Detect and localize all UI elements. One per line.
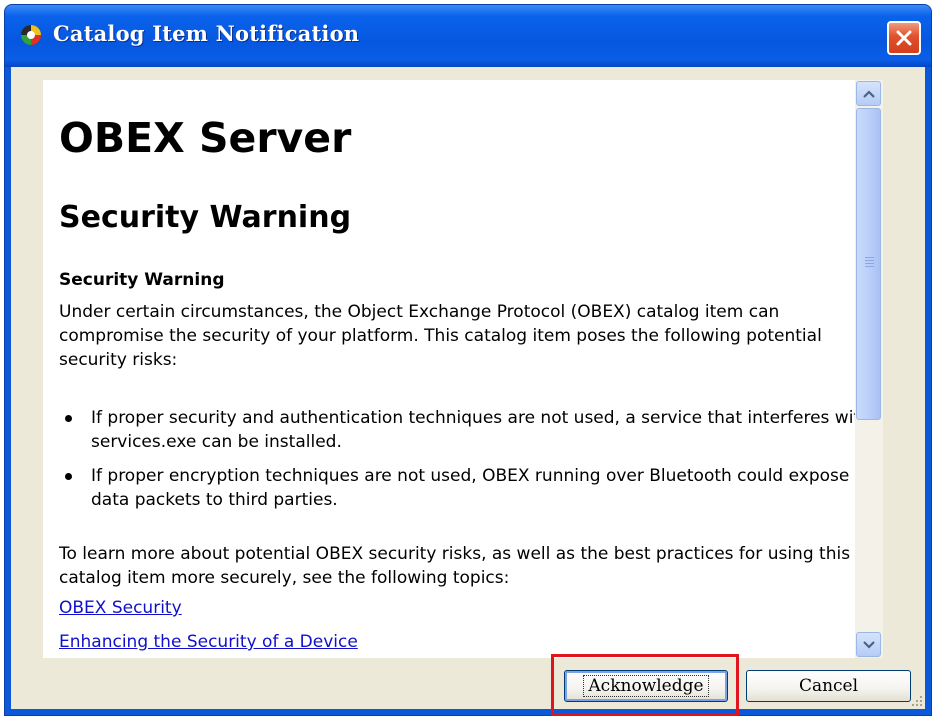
risk-list: If proper security and authentication te…	[59, 406, 871, 522]
scroll-thumb[interactable]	[856, 108, 881, 420]
scroll-up-button[interactable]	[856, 81, 881, 106]
obex-security-link[interactable]: OBEX Security	[59, 598, 182, 618]
subsection-heading: Security Warning	[59, 270, 225, 290]
title-bar[interactable]: Catalog Item Notification	[5, 5, 931, 67]
grip-line	[865, 266, 874, 267]
intro-paragraph: Under certain circumstances, the Object …	[59, 302, 822, 370]
section-heading: Security Warning	[59, 200, 352, 235]
enhancing-device-security-link[interactable]: Enhancing the Security of a Device	[59, 632, 358, 652]
page-title: OBEX Server	[59, 114, 352, 162]
vertical-scrollbar[interactable]	[855, 80, 883, 658]
grip-line	[865, 257, 874, 258]
chevron-down-icon	[862, 640, 875, 649]
acknowledge-label: Acknowledge	[583, 675, 709, 697]
close-button[interactable]	[887, 21, 921, 55]
learn-more-paragraph: To learn more about potential OBEX secur…	[59, 544, 851, 588]
grip-line	[865, 263, 874, 264]
catalog-item-notification-dialog: Catalog Item Notification OBEX Server Se…	[4, 4, 932, 716]
bullet-icon	[65, 415, 72, 422]
cancel-label: Cancel	[798, 676, 859, 696]
cancel-button[interactable]: Cancel	[746, 670, 911, 702]
catalog-item-icon	[21, 25, 41, 45]
window-title: Catalog Item Notification	[53, 21, 360, 46]
bullet-icon	[65, 473, 72, 480]
list-item-text: If proper encryption techniques are not …	[91, 466, 850, 510]
list-item-text: If proper security and authentication te…	[91, 408, 871, 452]
list-item: If proper encryption techniques are not …	[59, 464, 871, 512]
dialog-client-area: OBEX Server Security Warning Security Wa…	[11, 67, 925, 716]
resize-grip-icon[interactable]	[909, 693, 923, 707]
grip-line	[865, 260, 874, 261]
acknowledge-button[interactable]: Acknowledge	[564, 670, 728, 702]
scroll-down-button[interactable]	[856, 632, 881, 657]
notification-content[interactable]: OBEX Server Security Warning Security Wa…	[43, 80, 883, 658]
close-icon	[896, 30, 912, 46]
list-item: If proper security and authentication te…	[59, 406, 871, 454]
chevron-up-icon	[862, 89, 875, 98]
